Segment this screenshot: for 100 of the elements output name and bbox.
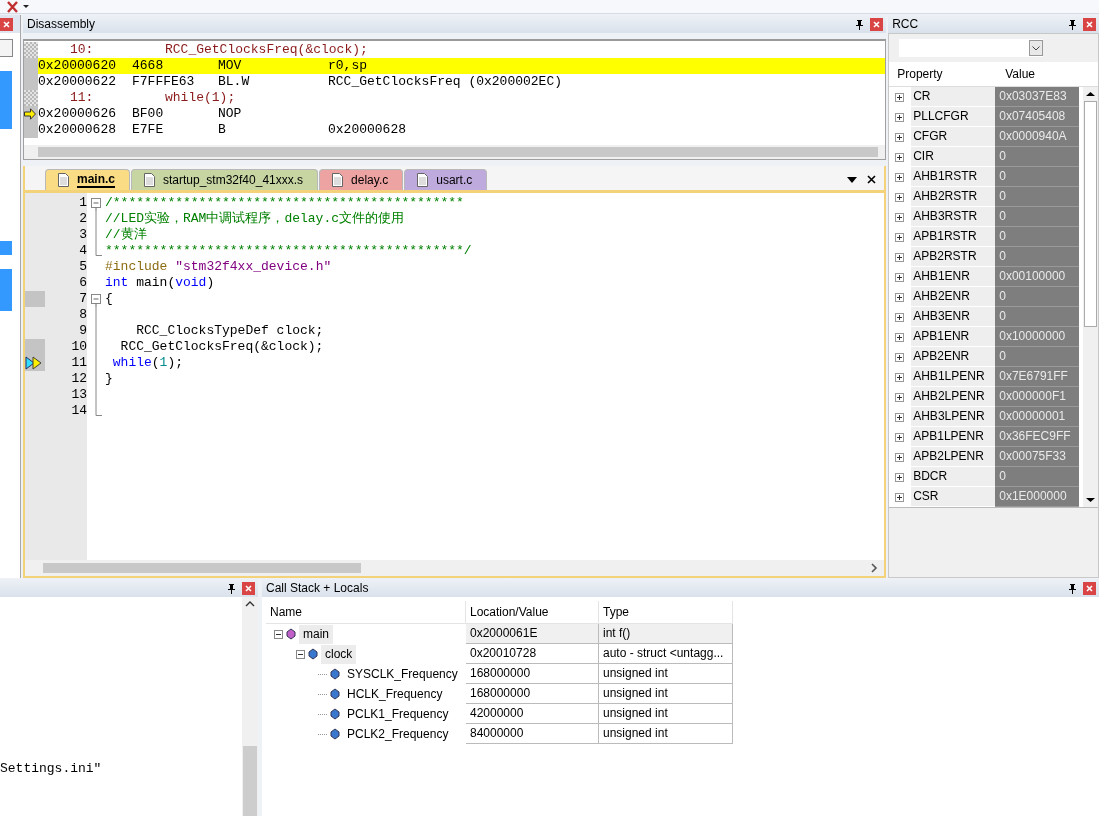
disassembly-line[interactable]: 10: RCC_GetClocksFreq(&clock); xyxy=(38,42,886,58)
line-number: 10 xyxy=(70,339,88,355)
expand-icon[interactable] xyxy=(895,372,905,382)
code-line: { xyxy=(104,291,113,307)
property-value[interactable]: 0x00000001 xyxy=(995,407,1080,427)
scrollbar-thumb[interactable] xyxy=(43,563,361,573)
property-value[interactable]: 0 xyxy=(995,227,1080,247)
expand-icon[interactable] xyxy=(895,132,905,142)
property-value[interactable]: 0x10000000 xyxy=(995,327,1080,347)
file-tab[interactable]: usart.c xyxy=(404,169,488,190)
file-tab[interactable]: delay.c xyxy=(319,169,404,190)
property-value[interactable]: 0 xyxy=(995,207,1080,227)
type-cell: unsigned int xyxy=(599,724,733,744)
expand-icon[interactable] xyxy=(895,292,905,302)
code-line: **********************************************/ xyxy=(104,243,472,259)
expand-icon[interactable] xyxy=(895,272,905,282)
property-value[interactable]: 0 xyxy=(995,467,1080,487)
expand-icon[interactable] xyxy=(895,112,905,122)
property-value[interactable]: 0 xyxy=(995,167,1080,187)
peripheral-dropdown[interactable] xyxy=(899,39,1044,57)
disassembly-line[interactable]: 11: while(1); xyxy=(38,90,886,106)
expand-icon[interactable] xyxy=(895,452,905,462)
variable-name: SYSCLK_Frequency xyxy=(346,665,459,683)
property-value[interactable]: 0x0000940A xyxy=(995,127,1080,147)
expand-icon[interactable] xyxy=(895,432,905,442)
property-name: CSR xyxy=(911,487,996,507)
disassembly-line[interactable]: 0x20000626 BF00 NOP xyxy=(38,106,886,122)
expand-icon[interactable] xyxy=(895,172,905,182)
collapse-icon[interactable] xyxy=(296,649,305,659)
expand-icon[interactable] xyxy=(895,352,905,362)
scroll-right-icon[interactable] xyxy=(870,563,879,573)
fold-toggle-icon[interactable] xyxy=(89,291,103,307)
expand-icon[interactable] xyxy=(895,192,905,202)
value-cell: 0x2000061E xyxy=(466,624,599,644)
property-value[interactable]: 0x00075F33 xyxy=(995,447,1080,467)
file-tab[interactable]: startup_stm32f40_41xxx.s xyxy=(131,169,319,190)
expand-icon[interactable] xyxy=(895,412,905,422)
property-value[interactable]: 0x7E6791FF xyxy=(995,367,1080,387)
mnemonic: NOP xyxy=(218,106,243,122)
variable-name: main xyxy=(299,624,333,644)
property-value[interactable]: 0 xyxy=(995,347,1080,367)
collapse-icon[interactable] xyxy=(274,629,283,639)
scrollbar-thumb[interactable] xyxy=(243,746,257,816)
property-name: PLLCFGR xyxy=(911,107,996,127)
expand-icon[interactable] xyxy=(895,312,905,322)
expand-icon[interactable] xyxy=(895,232,905,242)
disassembly-line[interactable]: 0x20000622 F7FFFE63 BL.W RCC_GetClocksFreq (0x200002EC) xyxy=(38,74,886,90)
property-value[interactable]: 0x36FEC9FF xyxy=(995,427,1080,447)
property-name: CR xyxy=(911,87,996,107)
property-value[interactable]: 0 xyxy=(995,147,1080,167)
property-value[interactable]: 0x1E000000 xyxy=(995,487,1080,507)
dropdown-icon[interactable] xyxy=(847,176,858,183)
operands: RCC_GetClocksFreq (0x200002EC) xyxy=(328,74,563,90)
line-number: 10: xyxy=(69,42,95,58)
line-number: 3 xyxy=(78,227,88,243)
property-value[interactable]: 0 xyxy=(995,307,1080,327)
property-value[interactable]: 0 xyxy=(995,287,1080,307)
expand-icon[interactable] xyxy=(895,152,905,162)
expand-icon[interactable] xyxy=(895,332,905,342)
expand-icon[interactable] xyxy=(895,392,905,402)
expand-icon[interactable] xyxy=(895,472,905,482)
property-value[interactable]: 0x000000F1 xyxy=(995,387,1080,407)
pin-icon[interactable] xyxy=(227,582,236,594)
scrollbar-thumb[interactable] xyxy=(1084,101,1097,327)
value-cell: 42000000 xyxy=(466,704,599,724)
line-number: 11: xyxy=(69,90,95,106)
property-value[interactable]: 0x00100000 xyxy=(995,267,1080,287)
column-header[interactable]: Value xyxy=(997,67,1098,81)
scrollbar-thumb[interactable] xyxy=(38,147,878,157)
expand-icon[interactable] xyxy=(895,92,905,102)
variable-name: PCLK2_Frequency xyxy=(346,725,450,743)
selection-highlight xyxy=(0,241,12,255)
property-value[interactable]: 0 xyxy=(995,187,1080,207)
line-number: 12 xyxy=(70,371,88,387)
pin-icon[interactable] xyxy=(1068,582,1077,594)
type-cell: unsigned int xyxy=(599,664,733,684)
expand-icon[interactable] xyxy=(895,252,905,262)
fold-toggle-icon[interactable] xyxy=(89,195,103,211)
source-code: RCC_GetClocksFreq(&clock); xyxy=(165,42,368,58)
code-line: /********************************************* xyxy=(104,195,464,211)
property-name: APB2ENR xyxy=(911,347,996,367)
line-number: 6 xyxy=(78,275,88,291)
panel-button[interactable] xyxy=(0,39,13,57)
property-value[interactable]: 0x03037E83 xyxy=(995,87,1080,107)
pin-icon[interactable] xyxy=(1068,18,1077,30)
pin-icon[interactable] xyxy=(855,18,865,30)
disassembly-line[interactable]: 0x20000628 E7FE B 0x20000628 xyxy=(38,122,886,138)
expand-icon[interactable] xyxy=(895,492,905,502)
file-tab[interactable]: main.c xyxy=(45,169,130,190)
column-header[interactable]: Property xyxy=(889,67,998,81)
diamond-icon xyxy=(330,728,340,740)
property-value[interactable]: 0x07405408 xyxy=(995,107,1080,127)
property-name: AHB2LPENR xyxy=(911,387,996,407)
property-value[interactable]: 0 xyxy=(995,247,1080,267)
close-icon[interactable] xyxy=(867,175,877,184)
line-number: 4 xyxy=(78,243,88,259)
output-text: Settings.ini" xyxy=(0,760,103,778)
property-name: AHB2ENR xyxy=(911,287,996,307)
column-header[interactable]: Name xyxy=(266,601,466,624)
expand-icon[interactable] xyxy=(895,212,905,222)
